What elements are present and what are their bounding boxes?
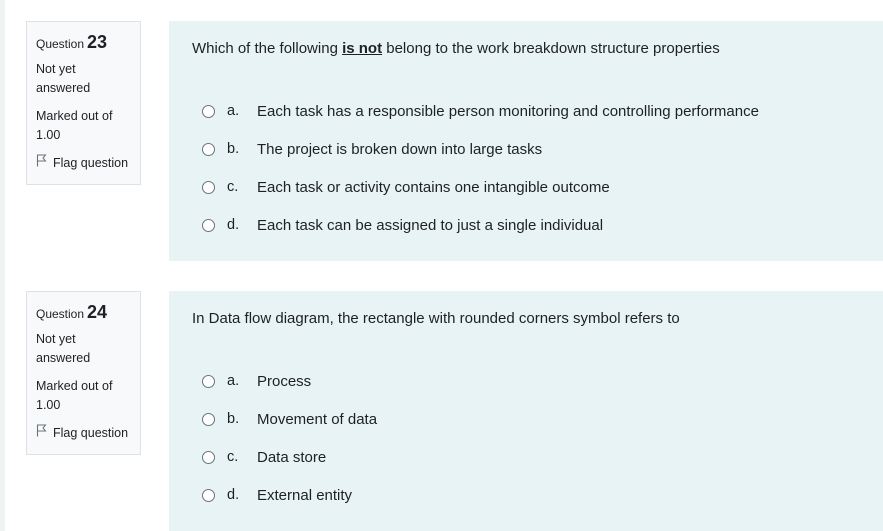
- question-number-value: 23: [87, 32, 108, 52]
- question-text-emphasis: is not: [342, 40, 383, 57]
- answer-option-d[interactable]: d. External entity: [202, 476, 377, 514]
- answer-option-a[interactable]: a. Process: [202, 362, 377, 400]
- radio-unchecked-icon[interactable]: [202, 450, 215, 464]
- answer-letter: d.: [227, 487, 240, 503]
- answer-option-b[interactable]: b. Movement of data: [202, 400, 377, 438]
- question-grade: Marked out of 1.00: [36, 109, 113, 142]
- question-content: In Data flow diagram, the rectangle with…: [169, 291, 883, 531]
- answer-text: Process: [257, 372, 312, 390]
- flag-question-link[interactable]: Flag question: [36, 424, 140, 442]
- radio-unchecked-icon[interactable]: [202, 218, 215, 232]
- flag-question-link[interactable]: Flag question: [36, 154, 140, 172]
- question-grade: Marked out of 1.00: [36, 379, 113, 412]
- flag-question-label: Flag question: [53, 156, 129, 170]
- answer-text: Each task can be assigned to just a sing…: [257, 216, 604, 234]
- question-info-panel: Question 23 Not yet answered Marked out o…: [26, 21, 141, 185]
- question-number-value: 24: [87, 302, 108, 322]
- answer-text: The project is broken down into large ta…: [257, 140, 543, 158]
- answer-option-c[interactable]: c. Data store: [202, 438, 377, 476]
- question-label: Question: [36, 37, 85, 51]
- page-left-rail: [0, 0, 5, 531]
- answer-letter: a.: [227, 373, 240, 389]
- answer-text: Each task or activity contains one intan…: [257, 178, 610, 196]
- radio-unchecked-icon[interactable]: [202, 412, 215, 426]
- radio-unchecked-icon[interactable]: [202, 180, 215, 194]
- radio-unchecked-icon[interactable]: [202, 374, 215, 388]
- radio-unchecked-icon[interactable]: [202, 142, 215, 156]
- question-text-before: In Data flow diagram, the rectangle with…: [192, 310, 680, 327]
- answer-letter: d.: [227, 217, 240, 233]
- question-text: Which of the following is not belong to …: [192, 39, 720, 59]
- answer-text: Data store: [257, 448, 327, 466]
- answer-list: a. Each task has a responsible person mo…: [202, 92, 759, 244]
- answer-text: Each task has a responsible person monit…: [257, 102, 759, 120]
- question-text-before: Which of the following: [192, 40, 343, 57]
- flag-icon: [36, 154, 47, 172]
- question-state: Not yet answered: [36, 332, 91, 365]
- question-number: Question 24: [36, 302, 140, 324]
- answer-list: a. Process b. Movement of data c. Data s…: [202, 362, 377, 514]
- flag-icon: [36, 424, 47, 442]
- answer-letter: c.: [227, 449, 239, 465]
- question-text-after: belong to the work breakdown structure p…: [382, 40, 720, 57]
- answer-text: Movement of data: [257, 410, 378, 428]
- question-state: Not yet answered: [36, 62, 91, 95]
- question-content: Which of the following is not belong to …: [169, 21, 883, 261]
- radio-unchecked-icon[interactable]: [202, 104, 215, 118]
- answer-option-a[interactable]: a. Each task has a responsible person mo…: [202, 92, 759, 130]
- answer-option-b[interactable]: b. The project is broken down into large…: [202, 130, 759, 168]
- answer-text: External entity: [257, 486, 353, 504]
- radio-unchecked-icon[interactable]: [202, 488, 215, 502]
- question-text: In Data flow diagram, the rectangle with…: [192, 309, 680, 329]
- question-label: Question: [36, 307, 85, 321]
- answer-letter: a.: [227, 103, 240, 119]
- answer-letter: b.: [227, 411, 240, 427]
- answer-letter: b.: [227, 141, 240, 157]
- flag-question-label: Flag question: [53, 426, 129, 440]
- answer-option-d[interactable]: d. Each task can be assigned to just a s…: [202, 206, 759, 244]
- answer-option-c[interactable]: c. Each task or activity contains one in…: [202, 168, 759, 206]
- question-info-panel: Question 24 Not yet answered Marked out o…: [26, 291, 141, 455]
- answer-letter: c.: [227, 179, 239, 195]
- question-number: Question 23: [36, 32, 140, 54]
